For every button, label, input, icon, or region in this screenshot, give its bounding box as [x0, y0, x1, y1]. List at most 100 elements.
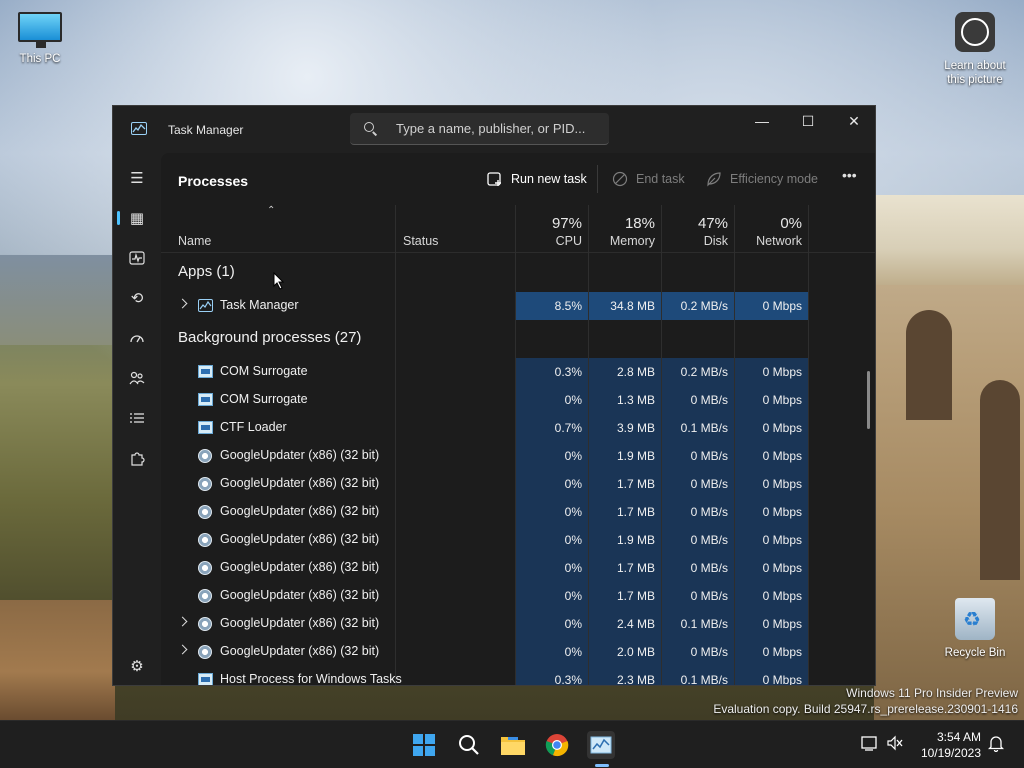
efficiency-mode-button[interactable]: Efficiency mode	[706, 171, 818, 187]
process-memory-value: 1.9 MB	[616, 449, 655, 463]
close-button[interactable]: ✕	[831, 106, 875, 136]
end-task-label: End task	[636, 172, 685, 186]
performance-icon	[129, 251, 145, 265]
desktop-icon-this-pc[interactable]: This PC	[10, 12, 70, 66]
process-row[interactable]: Task Manager 8.5% 34.8 MB 0.2 MB/s 0 Mbps	[161, 292, 809, 320]
process-name: Task Manager	[220, 298, 299, 312]
process-network-cell: 0 Mbps	[735, 582, 808, 610]
nav-details-icon[interactable]	[117, 401, 157, 435]
column-header-cpu[interactable]: 97% CPU	[516, 205, 588, 253]
process-cpu-value: 0%	[564, 477, 582, 491]
process-disk-cell: 0 MB/s	[662, 386, 734, 414]
column-header-name[interactable]: Name	[161, 205, 395, 253]
maximize-button[interactable]: ☐	[785, 106, 831, 136]
process-row[interactable]: GoogleUpdater (x86) (32 bit) 0% 1.9 MB 0 MB…	[161, 526, 809, 554]
nav-services-icon[interactable]	[117, 441, 157, 475]
group-header-background[interactable]: Background processes (27)	[161, 324, 809, 352]
process-cpu-value: 0%	[564, 617, 582, 631]
chevron-right-icon[interactable]	[177, 644, 188, 655]
process-disk-cell: 0.2 MB/s	[662, 292, 734, 320]
hamburger-menu-icon[interactable]: ☰	[117, 161, 157, 195]
nav-processes-icon[interactable]: ▦	[117, 201, 157, 235]
process-cpu-cell: 0%	[516, 470, 588, 498]
taskbar: 3:54 AM 10/19/2023	[0, 720, 1024, 768]
search-input[interactable]	[396, 121, 606, 136]
start-button[interactable]	[410, 731, 438, 759]
column-header-network[interactable]: 0% Network	[735, 205, 808, 253]
desktop-icon-learn-about-picture[interactable]: Learn about this picture	[938, 12, 1012, 87]
process-row[interactable]: GoogleUpdater (x86) (32 bit) 0% 2.0 MB 0 MB…	[161, 638, 809, 666]
process-row[interactable]: GoogleUpdater (x86) (32 bit) 0% 1.9 MB 0 MB…	[161, 442, 809, 470]
minimize-button[interactable]: —	[739, 106, 785, 136]
search-icon	[459, 735, 479, 755]
process-disk-value: 0 MB/s	[690, 589, 728, 603]
search-icon	[364, 121, 378, 136]
process-memory-cell: 2.0 MB	[589, 638, 661, 666]
nav-users-icon[interactable]	[117, 361, 157, 395]
toolbar-divider	[597, 165, 598, 193]
leaf-icon	[707, 172, 721, 187]
vertical-scrollbar[interactable]	[867, 371, 870, 429]
google-updater-icon	[198, 477, 212, 491]
process-name: COM Surrogate	[220, 364, 308, 378]
network-tray-icon[interactable]	[861, 735, 879, 754]
process-cpu-value: 0%	[564, 533, 582, 547]
process-row[interactable]: COM Surrogate 0.3% 2.8 MB 0.2 MB/s 0 Mbps	[161, 358, 809, 386]
volume-muted-tray-icon[interactable]	[886, 735, 904, 754]
task-manager-icon	[590, 736, 612, 754]
process-row[interactable]: COM Surrogate 0% 1.3 MB 0 MB/s 0 Mbps	[161, 386, 809, 414]
more-options-button[interactable]: •••	[842, 167, 857, 183]
process-memory-value: 3.9 MB	[616, 421, 655, 435]
process-disk-value: 0.1 MB/s	[680, 617, 728, 631]
process-row[interactable]: Host Process for Windows Tasks 0.3% 2.3 MB…	[161, 666, 809, 686]
search-box[interactable]	[350, 113, 609, 145]
run-new-task-label: Run new task	[511, 172, 587, 186]
title-bar[interactable]: Task Manager — ☐ ✕	[113, 106, 875, 153]
process-row[interactable]: GoogleUpdater (x86) (32 bit) 0% 1.7 MB 0 MB…	[161, 470, 809, 498]
column-status-label: Status	[403, 234, 439, 248]
run-new-task-button[interactable]: Run new task	[487, 171, 587, 187]
group-title: Background processes (27)	[178, 329, 362, 346]
process-memory-cell: 1.3 MB	[589, 386, 661, 414]
process-network-cell: 0 Mbps	[735, 442, 808, 470]
task-manager-taskbar-button[interactable]	[587, 731, 615, 759]
process-disk-cell: 0 MB/s	[662, 470, 734, 498]
desktop-icon-recycle-bin[interactable]: ♻ Recycle Bin	[940, 598, 1010, 660]
process-row[interactable]: GoogleUpdater (x86) (32 bit) 0% 2.4 MB 0.1 …	[161, 610, 809, 638]
process-disk-cell: 0 MB/s	[662, 442, 734, 470]
nav-performance-icon[interactable]	[117, 241, 157, 275]
group-header-apps[interactable]: Apps (1)	[161, 258, 809, 286]
toolbar: Processes Run new task End task Efficien…	[161, 153, 875, 205]
google-updater-icon	[198, 449, 212, 463]
file-explorer-button[interactable]	[499, 731, 527, 759]
column-header-status[interactable]: Status	[396, 205, 515, 253]
taskbar-search-button[interactable]	[455, 731, 483, 759]
process-cpu-value: 0%	[564, 561, 582, 575]
chevron-right-icon[interactable]	[177, 298, 188, 309]
process-row[interactable]: GoogleUpdater (x86) (32 bit) 0% 1.7 MB 0 MB…	[161, 554, 809, 582]
process-memory-value: 1.7 MB	[616, 477, 655, 491]
process-cpu-value: 0.3%	[554, 365, 582, 379]
end-task-button[interactable]: End task	[612, 171, 685, 187]
desktop-icon-label: Recycle Bin	[944, 647, 1006, 659]
nav-settings-icon[interactable]: ⚙	[117, 649, 157, 683]
active-app-indicator	[595, 764, 609, 767]
taskbar-clock[interactable]: 3:54 AM 10/19/2023	[921, 729, 981, 761]
nav-startup-apps-icon[interactable]	[117, 321, 157, 355]
process-disk-value: 0.1 MB/s	[680, 421, 728, 435]
process-row[interactable]: CTF Loader 0.7% 3.9 MB 0.1 MB/s 0 Mbps	[161, 414, 809, 442]
chrome-button[interactable]	[543, 731, 571, 759]
column-header-memory[interactable]: 18% Memory	[589, 205, 661, 253]
notification-bell-icon[interactable]	[987, 734, 1005, 755]
recycle-bin-icon: ♻	[955, 598, 995, 640]
process-cpu-cell: 0%	[516, 582, 588, 610]
windows-logo-icon	[413, 734, 435, 756]
process-row[interactable]: GoogleUpdater (x86) (32 bit) 0% 1.7 MB 0 MB…	[161, 498, 809, 526]
task-manager-window: Task Manager — ☐ ✕ ☰ ▦ ⟲ ⚙ Processes	[112, 105, 876, 686]
column-header-disk[interactable]: 47% Disk	[662, 205, 734, 253]
chevron-right-icon[interactable]	[177, 616, 188, 627]
process-row[interactable]: GoogleUpdater (x86) (32 bit) 0% 1.7 MB 0 MB…	[161, 582, 809, 610]
process-name: Host Process for Windows Tasks	[220, 672, 402, 686]
process-network-value: 0 Mbps	[762, 449, 802, 463]
nav-app-history-icon[interactable]: ⟲	[117, 281, 157, 315]
